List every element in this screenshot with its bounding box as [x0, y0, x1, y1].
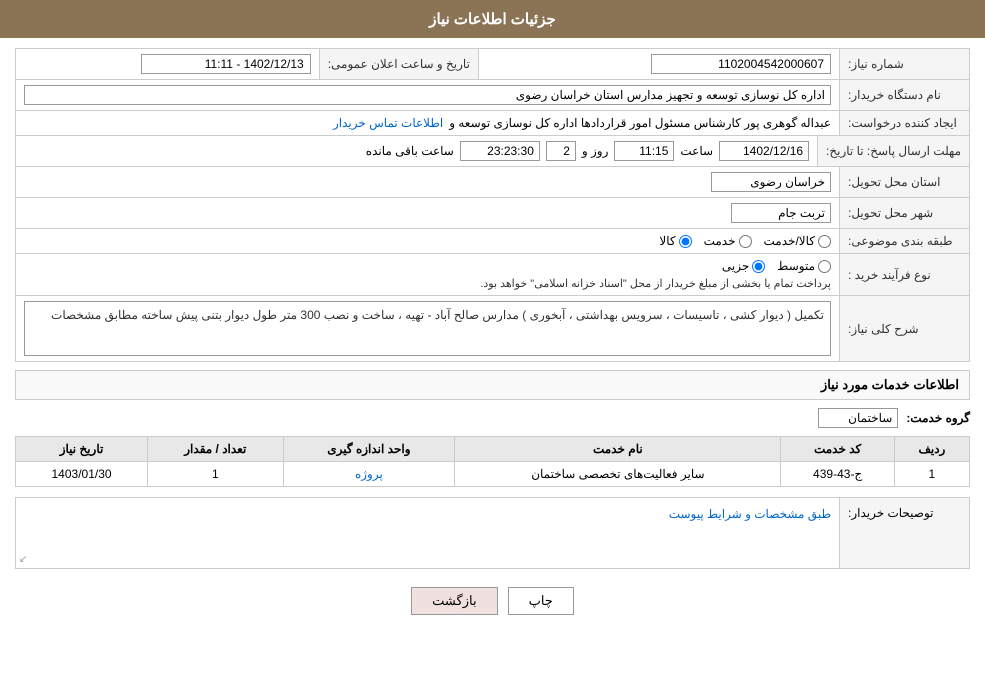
cell-vahad: پروژه: [283, 462, 455, 487]
namdastgah-input: اداره کل نوسازی توسعه و تجهیز مدارس استا…: [24, 85, 831, 105]
jozii-label: جزیی: [722, 259, 749, 273]
row-ijad: ایجاد کننده درخواست: عبداله گوهری پور کا…: [16, 111, 969, 136]
rooz-label: روز و: [582, 144, 609, 158]
shahr-label: شهر محل تحویل:: [839, 198, 969, 228]
radio-kala-khadamat[interactable]: کالا/خدمت: [764, 234, 831, 248]
ijad-link[interactable]: اطلاعات تماس خریدار: [333, 116, 443, 130]
page-title: جزئیات اطلاعات نیاز: [429, 11, 556, 28]
back-button[interactable]: بازگشت: [411, 587, 497, 615]
ostan-value: خراسان رضوی: [16, 167, 839, 197]
info-section: شماره نیاز: 1102004542000607 تاریخ و ساع…: [15, 48, 970, 362]
namdastgah-label: نام دستگاه خریدار:: [839, 80, 969, 110]
radio-kala[interactable]: کالا: [659, 234, 691, 248]
table-body: 1 ج-43-439 سایر فعالیت‌های تخصصی ساختمان…: [16, 462, 970, 487]
col-nam: نام خدمت: [455, 437, 781, 462]
col-kod: کد خدمت: [781, 437, 894, 462]
table-row: 1 ج-43-439 سایر فعالیت‌های تخصصی ساختمان…: [16, 462, 970, 487]
resize-icon: ↙: [19, 554, 27, 565]
nooe-label: نوع فرآیند خرید :: [839, 254, 969, 295]
main-content: شماره نیاز: 1102004542000607 تاریخ و ساع…: [0, 38, 985, 635]
buttons-row: چاپ بازگشت: [15, 577, 970, 625]
mohlat-value: 1402/12/16 ساعت 11:15 روز و 2 23:23:30 س…: [16, 136, 817, 166]
row-tabaqe: طبقه بندی موضوعی: کالا/خدمت خدمت: [16, 229, 969, 254]
shomara-input: 1102004542000607: [651, 54, 831, 74]
cell-kod: ج-43-439: [781, 462, 894, 487]
buyer-value: طبق مشخصات و شرایط پیوست ↙: [16, 498, 839, 568]
mohlat-saat: 11:15: [614, 141, 674, 161]
ijad-label: ایجاد کننده درخواست:: [839, 111, 969, 135]
row-mohlat: مهلت ارسال پاسخ: تا تاریخ: 1402/12/16 سا…: [16, 136, 969, 167]
row-namdastgah: نام دستگاه خریدار: اداره کل نوسازی توسعه…: [16, 80, 969, 111]
radio-jozii[interactable]: جزیی: [722, 259, 765, 273]
motevasset-label: متوسط: [777, 259, 815, 273]
radio-jozii-input[interactable]: [752, 260, 765, 273]
tosif-value-text: طبق مشخصات و شرایط پیوست: [669, 507, 831, 521]
baqi-label: ساعت باقی مانده: [366, 144, 454, 158]
col-tedaad: تعداد / مقدار: [148, 437, 283, 462]
kala-khadamat-label: کالا/خدمت: [764, 234, 815, 248]
cell-tarikh: 1403/01/30: [16, 462, 148, 487]
shahr-input: تربت جام: [731, 203, 831, 223]
tarikh-value: 1402/12/13 - 11:11: [16, 49, 319, 79]
mohlat-date: 1402/12/16: [719, 141, 809, 161]
col-tarikh: تاریخ نیاز: [16, 437, 148, 462]
radio-motevasset[interactable]: متوسط: [777, 259, 831, 273]
ostan-label: استان محل تحویل:: [839, 167, 969, 197]
row-ostan: استان محل تحویل: خراسان رضوی: [16, 167, 969, 198]
row-shahr: شهر محل تحویل: تربت جام: [16, 198, 969, 229]
saat-label: ساعت: [680, 144, 713, 158]
buyer-label: توصیحات خریدار:: [839, 498, 969, 568]
tarikh-label: تاریخ و ساعت اعلان عمومی:: [319, 49, 479, 79]
shomara-value: 1102004542000607: [479, 49, 839, 79]
goroh-row: گروه خدمت: ساختمان: [15, 408, 970, 428]
nooe-description: پرداخت تمام یا بخشی از مبلغ خریدار از مح…: [24, 277, 831, 290]
page-header: جزئیات اطلاعات نیاز: [0, 0, 985, 38]
ostan-input: خراسان رضوی: [711, 172, 831, 192]
radio-khadamat-input[interactable]: [739, 235, 752, 248]
mohlat-rooz: 2: [546, 141, 576, 161]
kala-label: کالا: [659, 234, 675, 248]
cell-radif: 1: [894, 462, 969, 487]
shahr-value: تربت جام: [16, 198, 839, 228]
col-vahad: واحد اندازه گیری: [283, 437, 455, 462]
ijad-text: عبداله گوهری پور کارشناس مسئول امور قرار…: [449, 116, 831, 130]
shomara-label: شماره نیاز:: [839, 49, 969, 79]
col-radif: ردیف: [894, 437, 969, 462]
tarikh-input: 1402/12/13 - 11:11: [141, 54, 311, 74]
sharh-box: تکمیل ( دیوار کشی ، تاسیسات ، سرویس بهدا…: [24, 301, 831, 356]
namdastgah-value: اداره کل نوسازی توسعه و تجهیز مدارس استا…: [16, 80, 839, 110]
row-shomara: شماره نیاز: 1102004542000607 تاریخ و ساع…: [16, 49, 969, 80]
cell-nam: سایر فعالیت‌های تخصصی ساختمان: [455, 462, 781, 487]
tabaqe-label: طبقه بندی موضوعی:: [839, 229, 969, 253]
page-container: جزئیات اطلاعات نیاز شماره نیاز: 11020045…: [0, 0, 985, 691]
ijad-value: عبداله گوهری پور کارشناس مسئول امور قرار…: [16, 111, 839, 135]
mohlat-label: مهلت ارسال پاسخ: تا تاریخ:: [817, 136, 969, 166]
radio-kala-khadamat-input[interactable]: [818, 235, 831, 248]
radio-khadamat[interactable]: خدمت: [704, 234, 752, 248]
radio-motevasset-input[interactable]: [818, 260, 831, 273]
khadamat-section-title: اطلاعات خدمات مورد نیاز: [15, 370, 970, 400]
table-section: ردیف کد خدمت نام خدمت واحد اندازه گیری ت…: [15, 436, 970, 487]
mohlat-time: 23:23:30: [460, 141, 540, 161]
table-header-row: ردیف کد خدمت نام خدمت واحد اندازه گیری ت…: [16, 437, 970, 462]
nooe-value: متوسط جزیی پرداخت تمام یا بخشی از مبلغ خ…: [16, 254, 839, 295]
row-sharh: شرح کلی نیاز: تکمیل ( دیوار کشی ، تاسیسا…: [16, 296, 969, 361]
sharh-label: شرح کلی نیاز:: [839, 296, 969, 361]
tabaqe-value: کالا/خدمت خدمت کالا: [16, 229, 839, 253]
print-button[interactable]: چاپ: [508, 587, 574, 615]
services-table: ردیف کد خدمت نام خدمت واحد اندازه گیری ت…: [15, 436, 970, 487]
khadamat-label: خدمت: [704, 234, 736, 248]
buyer-desc-row: توصیحات خریدار: طبق مشخصات و شرایط پیوست…: [15, 497, 970, 569]
goroh-value: ساختمان: [818, 408, 898, 428]
goroh-label: گروه خدمت:: [906, 411, 970, 425]
radio-kala-input[interactable]: [679, 235, 692, 248]
row-nooe: نوع فرآیند خرید : متوسط جزیی: [16, 254, 969, 296]
cell-tedaad: 1: [148, 462, 283, 487]
sharh-value: تکمیل ( دیوار کشی ، تاسیسات ، سرویس بهدا…: [16, 296, 839, 361]
